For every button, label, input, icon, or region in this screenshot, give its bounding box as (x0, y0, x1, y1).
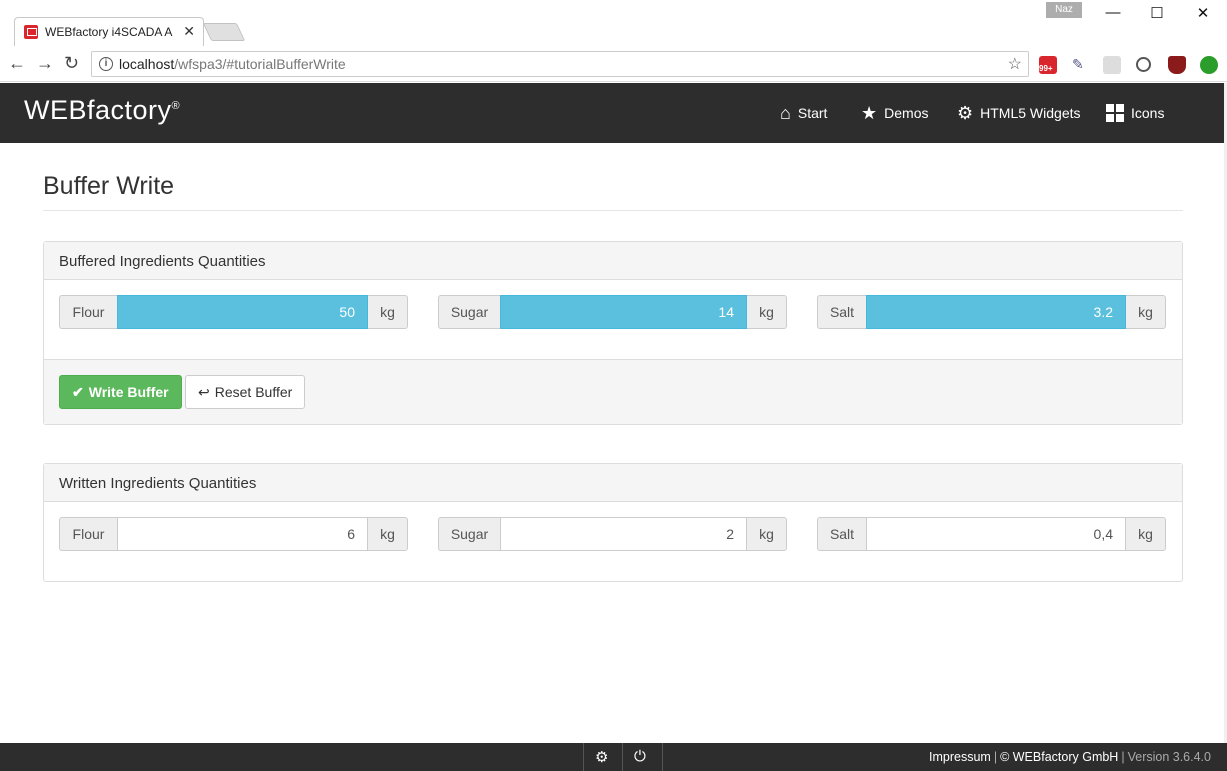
written-sugar-value: 2 (500, 517, 747, 551)
buffered-sugar-unit: kg (747, 295, 787, 329)
written-flour-value: 6 (117, 517, 368, 551)
written-sugar-group: Sugar 2 kg (438, 517, 787, 551)
buffered-sugar-label: Sugar (438, 295, 500, 329)
app-header: WEBfactory® ⌂ Start ★ Demos ⚙ HTML5 Widg… (0, 83, 1227, 143)
version-text: Version 3.6.4.0 (1127, 750, 1211, 764)
nav-demos-label: Demos (884, 105, 929, 121)
buffered-salt-input[interactable]: 3.2 (866, 295, 1126, 329)
nav-icons[interactable]: Icons (1106, 83, 1164, 143)
browser-titlebar: WEBfactory i4SCADA App ✕ Naz — ☐ ✕ (0, 0, 1227, 47)
write-buffer-button[interactable]: ✔ Write Buffer (59, 375, 182, 409)
browser-tab[interactable]: WEBfactory i4SCADA App ✕ (14, 17, 204, 47)
address-bar[interactable]: i localhost/wfspa3/#tutorialBufferWrite … (91, 51, 1029, 77)
buffered-panel-heading: Buffered Ingredients Quantities (44, 242, 1182, 280)
written-salt-label: Salt (817, 517, 866, 551)
buffered-salt-unit: kg (1126, 295, 1166, 329)
impressum-link[interactable]: Impressum (929, 750, 991, 764)
minimize-icon[interactable]: — (1098, 4, 1128, 24)
nav-html5-widgets-label: HTML5 Widgets (980, 105, 1081, 121)
footer-divider (662, 743, 663, 771)
app-footer: ⚙ ⏻ Impressum | © WEBfactory GmbH | Version … (0, 743, 1227, 771)
copyright-text: © WEBfactory GmbH (1000, 750, 1119, 764)
write-buffer-label: Write Buffer (88, 384, 169, 400)
written-flour-label: Flour (59, 517, 117, 551)
written-salt-value: 0,4 (866, 517, 1126, 551)
extension-circle-icon[interactable] (1136, 57, 1151, 72)
url-text[interactable]: localhost/wfspa3/#tutorialBufferWrite (119, 56, 346, 72)
tab-title: WEBfactory i4SCADA App (45, 25, 173, 39)
star-icon: ★ (861, 102, 878, 123)
reload-icon[interactable]: ↻ (64, 53, 79, 74)
nav-icons-label: Icons (1131, 105, 1165, 121)
written-sugar-unit: kg (747, 517, 787, 551)
written-flour-unit: kg (368, 517, 408, 551)
footer-divider (622, 743, 623, 771)
eyedropper-icon[interactable]: ✎ (1072, 56, 1090, 74)
page-title: Buffer Write (43, 172, 175, 200)
close-window-icon[interactable]: ✕ (1188, 4, 1218, 24)
back-icon[interactable]: ← (8, 53, 26, 74)
update-icon[interactable] (1200, 56, 1218, 74)
webfactory-logo[interactable]: WEBfactory® (24, 95, 180, 126)
new-tab-button[interactable] (202, 23, 246, 41)
buffered-flour-input[interactable]: 50 (117, 295, 368, 329)
buffered-sugar-group: Sugar 14 kg (438, 295, 787, 329)
reply-arrow-icon: ↩ (198, 383, 210, 400)
home-icon: ⌂ (780, 102, 791, 123)
nav-start-label: Start (797, 105, 828, 121)
gear-icon: ⚙ (957, 102, 974, 123)
buffered-salt-label: Salt (817, 295, 866, 329)
written-panel: Written Ingredients Quantities Flour 6 k… (43, 463, 1183, 582)
power-icon[interactable]: ⏻ (634, 748, 646, 765)
check-icon: ✔ (72, 383, 84, 400)
footer-text: Impressum | © WEBfactory GmbH | Version 3.6.… (929, 750, 1211, 764)
buffered-flour-group: Flour 50 kg (59, 295, 408, 329)
tab-close-icon[interactable]: ✕ (183, 23, 195, 40)
buffered-flour-label: Flour (59, 295, 117, 329)
reset-buffer-button[interactable]: ↩ Reset Buffer (185, 375, 306, 409)
buffered-panel: Buffered Ingredients Quantities Flour 50… (43, 241, 1183, 425)
css-extension-icon[interactable] (1103, 56, 1121, 74)
favicon-icon (24, 25, 38, 39)
written-panel-heading: Written Ingredients Quantities (44, 464, 1182, 502)
buffered-salt-group: Salt 3.2 kg (817, 295, 1166, 329)
nav-start[interactable]: ⌂ Start (780, 83, 827, 143)
buffered-sugar-input[interactable]: 14 (500, 295, 747, 329)
profile-badge[interactable]: Naz (1046, 2, 1082, 18)
info-icon[interactable]: i (99, 57, 113, 71)
reset-buffer-label: Reset Buffer (214, 384, 293, 400)
extension-icon[interactable]: 99+ (1039, 56, 1057, 74)
written-salt-unit: kg (1126, 517, 1166, 551)
browser-toolbar: ← → ↻ i localhost/wfspa3/#tutorialBuffer… (0, 46, 1227, 82)
footer-divider (583, 743, 584, 771)
settings-cogs-icon[interactable]: ⚙ (595, 748, 608, 766)
nav-demos[interactable]: ★ Demos (861, 83, 929, 143)
grid-icon (1106, 104, 1124, 122)
forward-icon[interactable]: → (36, 53, 54, 74)
buffered-panel-footer: ✔ Write Buffer ↩ Reset Buffer (44, 359, 1182, 424)
ublock-icon[interactable] (1168, 56, 1186, 74)
written-salt-group: Salt 0,4 kg (817, 517, 1166, 551)
title-divider (43, 210, 1183, 211)
buffered-flour-unit: kg (368, 295, 408, 329)
maximize-icon[interactable]: ☐ (1142, 4, 1172, 24)
written-flour-group: Flour 6 kg (59, 517, 408, 551)
written-sugar-label: Sugar (438, 517, 500, 551)
extension-badge: 99+ (1039, 64, 1053, 73)
bookmark-star-icon[interactable]: ☆ (1008, 54, 1022, 74)
nav-html5-widgets[interactable]: ⚙ HTML5 Widgets (957, 83, 1081, 143)
